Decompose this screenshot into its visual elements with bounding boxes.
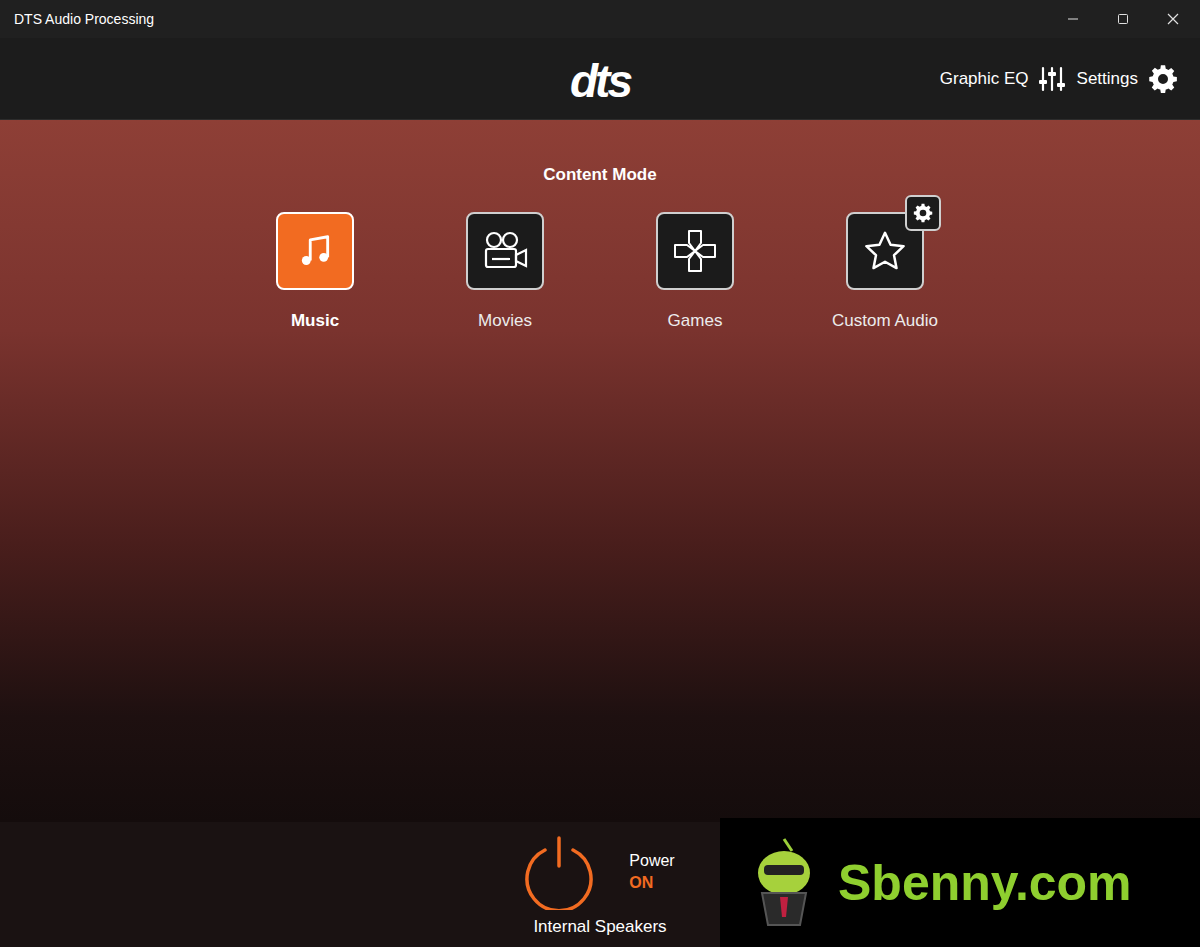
power-button[interactable] [521, 834, 597, 910]
mode-label: Music [291, 308, 339, 334]
mode-item[interactable]: Movies [410, 212, 600, 334]
graphic-eq-label: Graphic EQ [940, 66, 1029, 92]
mode-label: Games [668, 308, 723, 334]
movies-icon [480, 229, 530, 273]
sliders-icon [1039, 66, 1065, 92]
mode-label: Custom Audio [832, 308, 938, 334]
watermark-text: Sbenny.com [838, 858, 1132, 908]
robot-mascot-icon [744, 833, 824, 933]
mode-tile[interactable] [276, 212, 354, 290]
mode-tile[interactable] [466, 212, 544, 290]
window-title: DTS Audio Processing [14, 9, 154, 30]
minimize-icon[interactable] [1048, 0, 1098, 38]
mode-item[interactable]: Custom Audio [790, 212, 980, 334]
power-state: ON [629, 872, 674, 894]
window-controls [1048, 0, 1200, 38]
music-icon [296, 232, 334, 270]
mode-item[interactable]: Music [220, 212, 410, 334]
content-mode-title: Content Mode [543, 162, 656, 188]
graphic-eq-button[interactable]: Graphic EQ [940, 66, 1065, 92]
dts-logo: dts [570, 54, 630, 104]
gear-icon [1148, 64, 1178, 94]
mode-label: Movies [478, 308, 532, 334]
maximize-icon[interactable] [1098, 0, 1148, 38]
mode-list: Music Movies Games Custom Audio [220, 212, 980, 334]
app-window: DTS Audio Processing dts Graphic EQ [0, 0, 1200, 947]
settings-button[interactable]: Settings [1077, 64, 1178, 94]
power-icon [521, 834, 597, 910]
close-icon[interactable] [1148, 0, 1198, 38]
games-icon [672, 228, 718, 274]
watermark: Sbenny.com [720, 818, 1200, 947]
mode-tile[interactable] [846, 212, 924, 290]
content-area: Content Mode Music Movies Games Custom Audi… [0, 120, 1200, 822]
power-label: Power [629, 850, 674, 872]
mode-settings-gear-icon[interactable] [905, 195, 941, 231]
mode-item[interactable]: Games [600, 212, 790, 334]
mode-tile[interactable] [656, 212, 734, 290]
custom-icon [862, 228, 908, 274]
settings-label: Settings [1077, 66, 1138, 92]
output-device: Internal Speakers [533, 914, 666, 940]
title-bar: DTS Audio Processing [0, 0, 1200, 38]
app-header: dts Graphic EQ Settings [0, 38, 1200, 120]
